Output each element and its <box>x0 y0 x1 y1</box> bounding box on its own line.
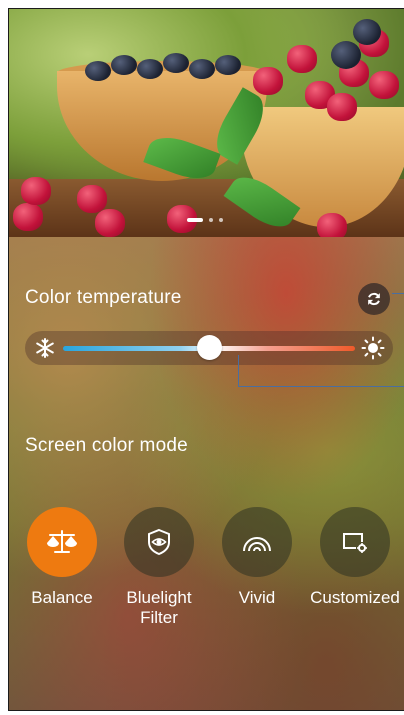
callout-line <box>238 355 239 386</box>
mode-label: Bluelight Filter <box>126 588 192 627</box>
blueberry <box>111 55 137 75</box>
mode-label: Balance <box>31 588 93 607</box>
slider-thumb[interactable] <box>196 335 222 360</box>
mode-circle <box>124 507 194 577</box>
raspberry <box>369 71 399 99</box>
color-temperature-slider[interactable] <box>25 331 393 365</box>
settings-panel: Color temperature Screen color mode Bala… <box>9 237 404 710</box>
raspberry <box>327 93 357 121</box>
callout-line <box>238 386 404 387</box>
eye-shield-icon <box>148 528 170 556</box>
device-screen: Color temperature Screen color mode Bala… <box>8 8 404 711</box>
mode-customized[interactable]: Customized <box>307 507 403 608</box>
raspberry <box>287 45 317 73</box>
blueberry <box>163 53 189 73</box>
raspberry <box>95 209 125 237</box>
mode-bluelight-filter[interactable]: Bluelight Filter <box>111 507 207 628</box>
mode-label: Vivid <box>238 588 276 607</box>
monitor-settings-icon <box>343 533 367 553</box>
blueberry <box>353 19 381 45</box>
snowflake-icon <box>36 338 54 358</box>
reset-icon <box>368 292 380 306</box>
color-mode-options: Balance Bluelight Filter Vivid Customize… <box>9 507 404 637</box>
color-temperature-label: Color temperature <box>25 287 182 308</box>
raspberry <box>317 213 347 237</box>
page-dot-active <box>187 218 203 222</box>
mode-balance[interactable]: Balance <box>14 507 110 608</box>
raspberry <box>13 203 43 231</box>
blueberry <box>137 59 163 79</box>
mode-circle <box>27 507 97 577</box>
sun-icon <box>361 336 385 360</box>
preview-image[interactable] <box>9 9 404 237</box>
raspberry <box>253 67 283 95</box>
blueberry <box>331 41 361 69</box>
screen-color-mode-label: Screen color mode <box>25 435 188 456</box>
balance-scale-icon <box>47 530 77 553</box>
blueberry <box>85 61 111 81</box>
page-indicator <box>187 217 223 223</box>
page-dot <box>219 218 223 222</box>
raspberry <box>77 185 107 213</box>
mode-circle <box>222 507 292 577</box>
callout-line <box>392 293 404 294</box>
mode-label: Customized <box>310 588 400 607</box>
reset-button[interactable] <box>358 283 390 315</box>
blueberry <box>189 59 215 79</box>
mode-circle <box>320 507 390 577</box>
page-dot <box>209 218 213 222</box>
mode-vivid[interactable]: Vivid <box>209 507 305 608</box>
rainbow-icon <box>243 537 271 552</box>
blueberry <box>215 55 241 75</box>
raspberry <box>21 177 51 205</box>
